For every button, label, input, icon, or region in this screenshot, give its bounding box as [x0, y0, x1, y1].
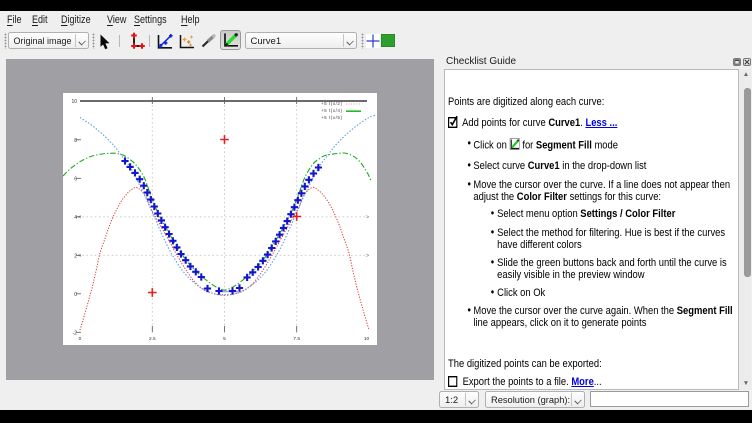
svg-text:0: 0 [74, 292, 77, 298]
svg-text:2: 2 [74, 253, 77, 259]
svg-text:6: 6 [74, 176, 77, 182]
svg-text:10: 10 [364, 336, 370, 342]
svg-text:-2: -2 [73, 330, 78, 336]
svg-text:+5 t(x/5): +5 t(x/5) [321, 115, 342, 120]
svg-text:0: 0 [79, 336, 82, 342]
svg-text:10: 10 [71, 99, 77, 105]
svg-text:5: 5 [223, 336, 226, 342]
svg-text:2.5: 2.5 [149, 336, 156, 342]
svg-text:+5 t(x/4): +5 t(x/4) [321, 108, 342, 113]
svg-text:+5 t(x/2): +5 t(x/2) [321, 101, 342, 106]
svg-text:4: 4 [74, 215, 77, 221]
svg-text:8: 8 [74, 138, 77, 144]
svg-text:7.5: 7.5 [293, 336, 300, 342]
